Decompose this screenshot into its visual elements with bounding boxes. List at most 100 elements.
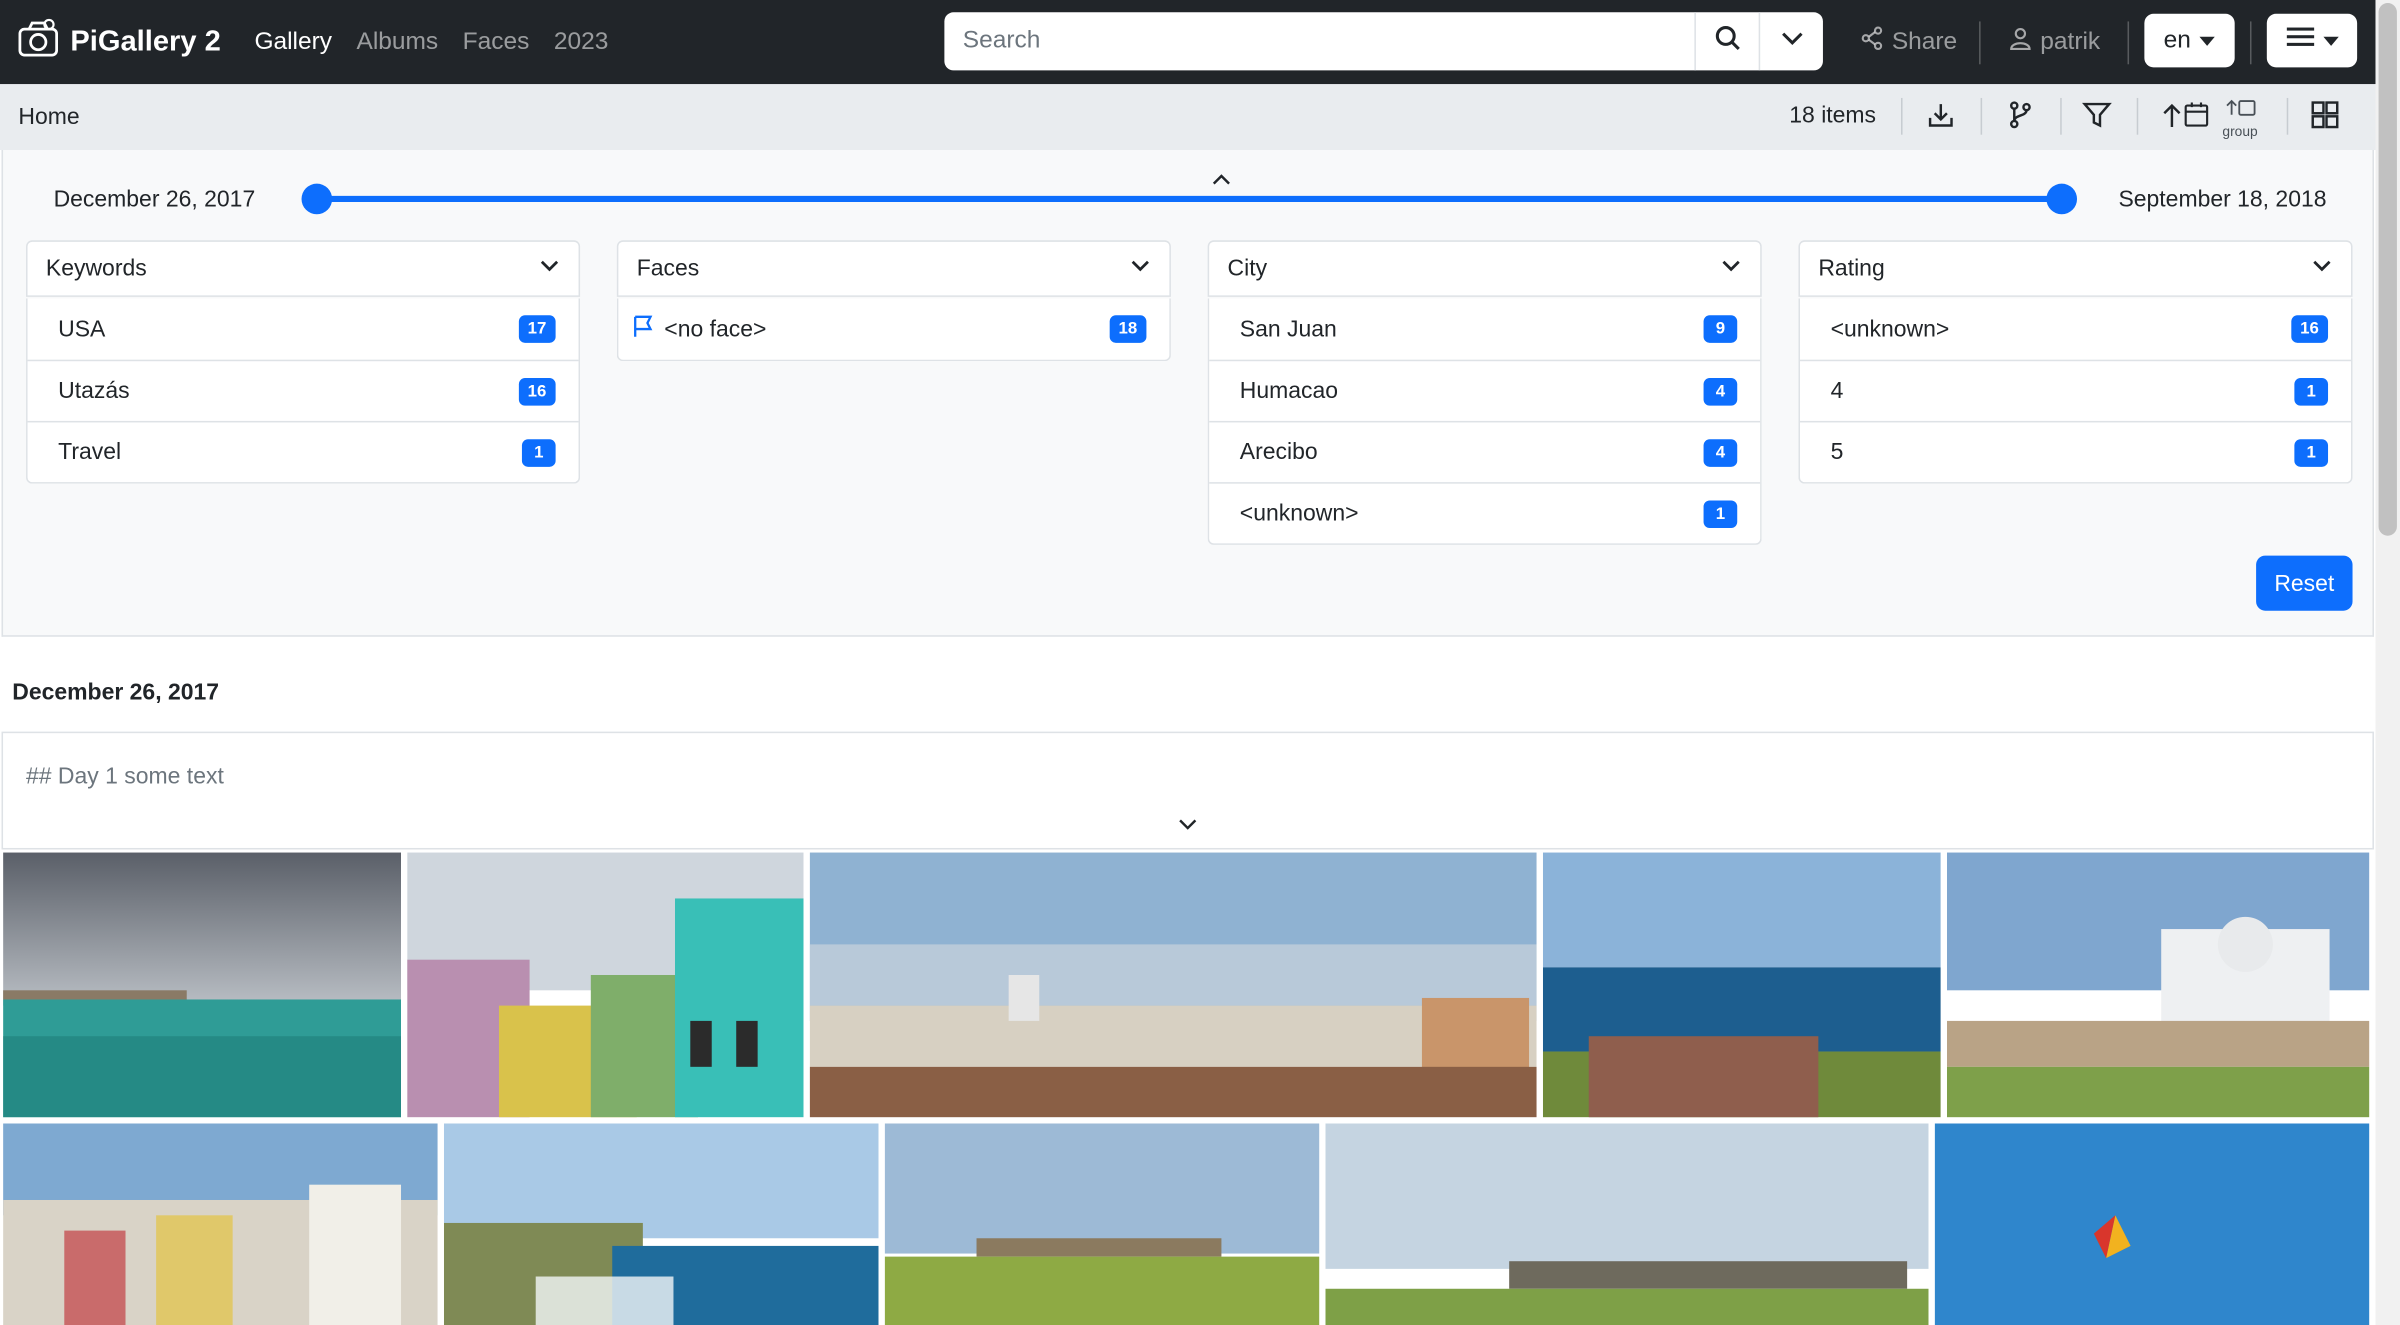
filter-list: USA 17 Utazás 16 Travel 1 — [26, 298, 581, 484]
search-button[interactable] — [1694, 12, 1758, 71]
photo-thumbnail[interactable] — [407, 852, 804, 1118]
app-name: PiGallery 2 — [70, 25, 221, 58]
filter-item[interactable]: <no face> 18 — [618, 298, 1169, 359]
photo-thumbnail[interactable] — [884, 1123, 1320, 1325]
photo-thumbnail[interactable] — [1934, 1123, 2370, 1325]
photo-thumbnail[interactable] — [1946, 852, 2370, 1118]
chevron-down-icon — [2311, 255, 2332, 283]
filter-item-label: <unknown> — [1239, 500, 1359, 527]
date-range-slider[interactable] — [315, 195, 2064, 203]
photo-thumbnail[interactable] — [809, 852, 1537, 1118]
photo-thumbnail[interactable] — [1325, 1123, 1929, 1325]
filter-item-label: <unknown> — [1830, 316, 1950, 343]
filter-item[interactable]: 51 — [1799, 420, 2352, 482]
main-menu-button[interactable] — [2266, 13, 2358, 68]
filter-button[interactable] — [2082, 99, 2113, 136]
chevron-down-icon — [1720, 255, 1741, 283]
share-icon — [1860, 26, 1884, 58]
filter-item-label: 4 — [1830, 378, 1844, 405]
calendar-icon — [2183, 100, 2211, 135]
caret-down-icon — [2322, 35, 2338, 46]
caret-down-icon — [2200, 35, 2216, 46]
page-scrollbar[interactable] — [2375, 0, 2400, 1325]
search-options-button[interactable] — [1758, 12, 1823, 71]
filter-icon — [2082, 99, 2113, 137]
nav-divider — [1979, 21, 1981, 65]
collapse-filters-button[interactable] — [1209, 168, 1233, 196]
user-menu[interactable]: patrik — [2008, 26, 2100, 58]
count-badge: 4 — [1703, 438, 1738, 467]
date-slider-start-handle[interactable] — [301, 183, 333, 215]
share-label: Share — [1891, 28, 1958, 55]
group-calendar-icon — [2225, 96, 2256, 124]
filter-item-label: San Juan — [1239, 316, 1337, 343]
sort-button[interactable] — [2161, 99, 2210, 136]
filter-item[interactable]: San Juan 9 — [1209, 298, 1760, 359]
filter-item[interactable]: 41 — [1799, 359, 2352, 421]
toolbar-divider — [2136, 97, 2139, 135]
filter-item[interactable]: Travel 1 — [27, 420, 579, 482]
count-badge: 4 — [1703, 377, 1738, 405]
nav-divider — [2127, 21, 2130, 65]
brand[interactable]: PiGallery 2 — [15, 15, 221, 69]
chevron-down-icon — [1779, 25, 1803, 57]
flag-icon — [631, 314, 655, 345]
filter-title: Faces — [636, 255, 700, 282]
download-icon — [1925, 99, 1956, 137]
filter-item-label: 5 — [1830, 439, 1844, 466]
language-select[interactable]: en — [2144, 13, 2235, 68]
photo-thumbnail[interactable] — [1542, 852, 1941, 1118]
count-badge: 1 — [2294, 377, 2329, 405]
filter-panel: December 26, 2017 September 18, 2018 Key… — [1, 149, 2374, 637]
filter-item[interactable]: <unknown> 16 — [1800, 298, 2351, 359]
count-badge: 1 — [521, 438, 556, 467]
expand-description-button[interactable] — [1176, 814, 1200, 842]
day-description-text: ## Day 1 some text — [26, 763, 224, 790]
filter-select-keywords[interactable]: Keywords — [26, 240, 581, 297]
filter-item-label: USA — [58, 316, 106, 343]
nav-2023[interactable]: 2023 — [554, 28, 608, 56]
nav-gallery[interactable]: Gallery — [254, 28, 332, 56]
chevron-down-icon — [1130, 255, 1151, 283]
sort-arrow-up-icon — [2161, 100, 2182, 135]
search-input[interactable] — [944, 12, 1695, 71]
group-by-button[interactable]: group — [2222, 96, 2258, 139]
filter-select-city[interactable]: City — [1207, 240, 1762, 297]
filter-item[interactable]: USA 17 — [28, 298, 579, 359]
filter-card-keywords: Keywords USA 17 Utazás 16 Travel 1 — [26, 240, 581, 484]
download-button[interactable] — [1925, 99, 1956, 136]
photo-thumbnail[interactable] — [3, 1123, 438, 1325]
filter-title: Keywords — [45, 255, 147, 282]
grid-size-button[interactable] — [2310, 99, 2341, 136]
filter-item[interactable]: Arecibo 4 — [1209, 420, 1761, 482]
filter-item[interactable]: Utazás 16 — [27, 359, 579, 421]
reset-filters-button[interactable]: Reset — [2256, 555, 2353, 611]
filter-list: <no face> 18 — [616, 298, 1171, 362]
toolbar-divider — [1980, 97, 1983, 135]
filter-title: City — [1227, 255, 1268, 282]
count-badge: 16 — [2290, 315, 2329, 343]
filter-item[interactable]: Humacao 4 — [1209, 359, 1761, 421]
filter-item[interactable]: <unknown> 1 — [1209, 482, 1761, 543]
filter-select-faces[interactable]: Faces — [616, 240, 1171, 297]
grid-icon — [2310, 99, 2341, 137]
count-badge: 9 — [1703, 315, 1738, 343]
blog-button[interactable] — [2005, 99, 2036, 136]
filter-select-rating[interactable]: Rating — [1798, 240, 2353, 297]
toolbar-divider — [2286, 97, 2289, 135]
breadcrumb-home[interactable]: Home — [18, 104, 79, 130]
user-icon — [2008, 26, 2032, 58]
branch-icon — [2005, 99, 2036, 137]
share-button[interactable]: Share — [1860, 26, 1958, 58]
filter-card-faces: Faces <no face> 18 — [616, 240, 1171, 362]
photo-thumbnail[interactable] — [443, 1123, 879, 1325]
photo-thumbnail[interactable] — [3, 852, 402, 1118]
date-slider-end-handle[interactable] — [2046, 183, 2078, 215]
filter-item-label: Humacao — [1239, 378, 1339, 405]
scrollbar-thumb[interactable] — [2378, 3, 2397, 536]
nav-faces[interactable]: Faces — [463, 28, 530, 56]
filter-card-rating: Rating <unknown> 16 41 51 — [1798, 240, 2353, 484]
nav-albums[interactable]: Albums — [357, 28, 439, 56]
user-name: patrik — [2040, 28, 2101, 55]
camera-logo-icon — [15, 15, 61, 69]
